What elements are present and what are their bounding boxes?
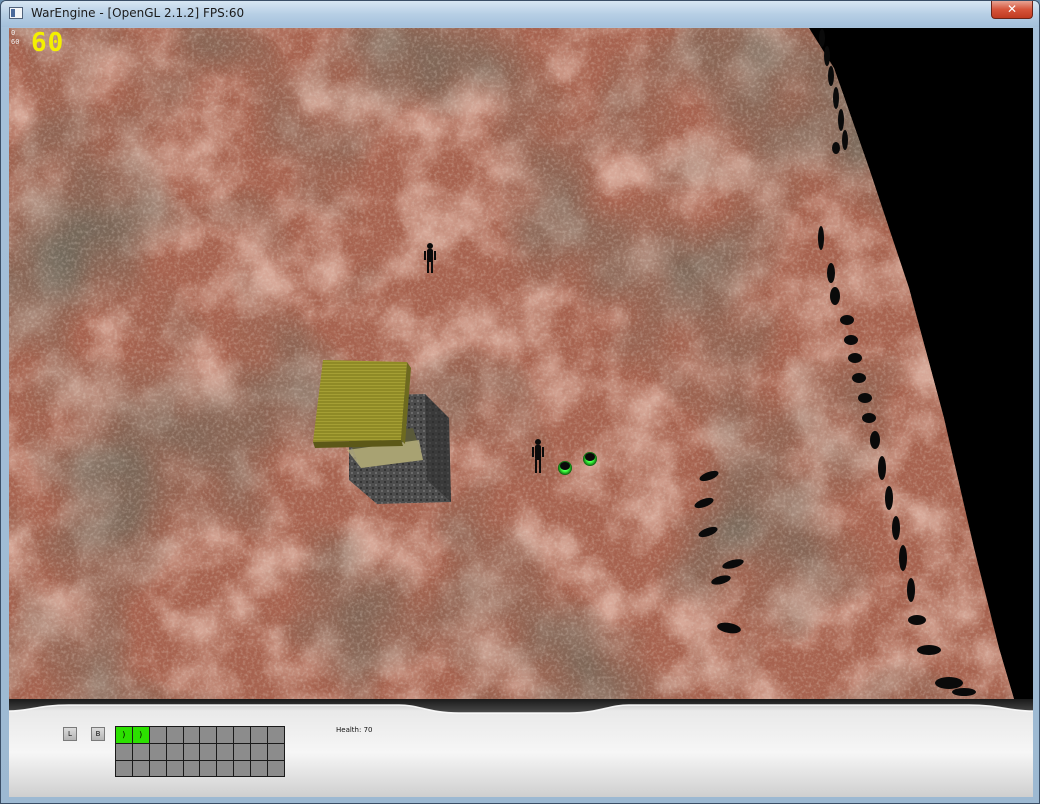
- inventory-slot[interactable]: [268, 744, 284, 760]
- debug-counter: 0 60: [11, 29, 19, 47]
- inventory-slot[interactable]: [183, 744, 200, 760]
- inventory-slot[interactable]: [183, 760, 200, 776]
- close-button[interactable]: ✕: [991, 1, 1033, 19]
- inventory-slot[interactable]: [251, 727, 268, 743]
- fps-counter: 60: [31, 28, 65, 58]
- debug-line-2: 60: [11, 38, 20, 46]
- inventory-slot[interactable]: [251, 760, 268, 776]
- app-window-icon[interactable]: [9, 7, 23, 19]
- inventory-slot[interactable]: [116, 744, 132, 760]
- inventory-slot[interactable]: [149, 760, 166, 776]
- debug-line-1: 0: [11, 29, 16, 37]
- inventory-slot[interactable]: [268, 760, 284, 776]
- inventory-slot[interactable]: [217, 744, 234, 760]
- inventory-slot[interactable]: [217, 727, 234, 743]
- inventory-slot[interactable]: [183, 727, 200, 743]
- inventory-slot[interactable]: ): [116, 727, 132, 743]
- inventory-slot[interactable]: [132, 760, 149, 776]
- game-window: WarEngine - [OpenGL 2.1.2] FPS:60 ✕ 0 60…: [0, 0, 1040, 804]
- inventory-grid[interactable]: )): [115, 726, 285, 777]
- inventory-slot[interactable]: [116, 760, 132, 776]
- hud-button-l[interactable]: L: [63, 727, 77, 741]
- window-title: WarEngine - [OpenGL 2.1.2] FPS:60: [31, 6, 245, 20]
- inventory-slot[interactable]: [251, 744, 268, 760]
- inventory-slot[interactable]: [234, 744, 251, 760]
- hud-button-b[interactable]: B: [91, 727, 105, 741]
- inventory-slot[interactable]: [132, 744, 149, 760]
- inventory-slot[interactable]: [149, 744, 166, 760]
- inventory-slot[interactable]: [166, 744, 183, 760]
- inventory-slot[interactable]: [217, 760, 234, 776]
- hud-panel: L B )) Health: 70: [9, 699, 1033, 797]
- game-scene[interactable]: [9, 28, 1033, 699]
- inventory-slot[interactable]: [200, 744, 217, 760]
- inventory-slot[interactable]: [200, 760, 217, 776]
- inventory-slot[interactable]: [234, 760, 251, 776]
- inventory-slot[interactable]: [166, 727, 183, 743]
- inventory-slot[interactable]: [200, 727, 217, 743]
- inventory-slot[interactable]: ): [132, 727, 149, 743]
- title-bar[interactable]: WarEngine - [OpenGL 2.1.2] FPS:60 ✕: [1, 1, 1039, 27]
- inventory-slot[interactable]: [234, 727, 251, 743]
- health-readout: Health: 70: [336, 726, 373, 734]
- game-viewport[interactable]: 0 60 60: [9, 28, 1033, 699]
- inventory-slot[interactable]: [149, 727, 166, 743]
- inventory-slot[interactable]: [268, 727, 284, 743]
- inventory-slot[interactable]: [166, 760, 183, 776]
